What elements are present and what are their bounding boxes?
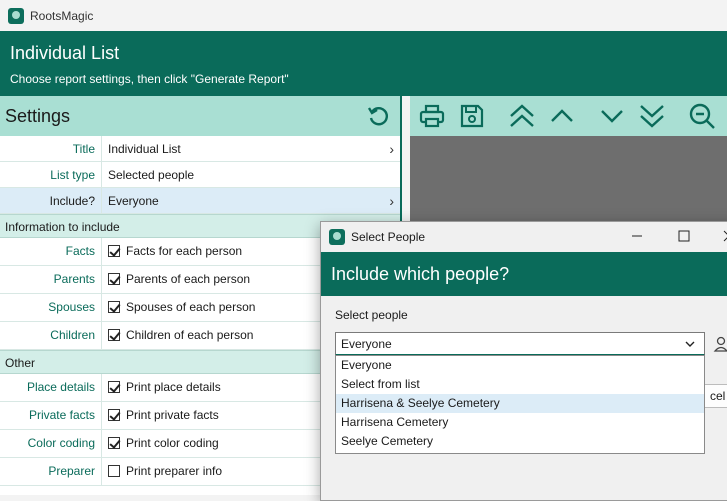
children-checkbox[interactable] bbox=[108, 328, 120, 341]
printer-icon[interactable] bbox=[418, 102, 446, 130]
select-people-label: Select people bbox=[335, 308, 408, 322]
settings-row-title[interactable]: Title Individual List › bbox=[0, 136, 400, 162]
save-icon[interactable] bbox=[458, 102, 486, 130]
dialog-header: Include which people? bbox=[321, 252, 727, 296]
chevron-right-icon[interactable]: › bbox=[389, 188, 394, 214]
maximize-icon[interactable] bbox=[676, 228, 692, 244]
undo-icon[interactable] bbox=[366, 104, 390, 128]
row-label: Color coding bbox=[0, 430, 102, 457]
checkbox-label: Print preparer info bbox=[126, 464, 223, 478]
settings-header: Settings bbox=[0, 96, 400, 136]
close-icon[interactable] bbox=[721, 228, 727, 244]
dialog-title: Select People bbox=[351, 230, 426, 244]
checkbox-label: Facts for each person bbox=[126, 244, 243, 258]
row-label: Spouses bbox=[0, 294, 102, 321]
color-coding-checkbox[interactable] bbox=[108, 436, 120, 449]
dialog-titlebar: Select People bbox=[321, 222, 727, 252]
report-subtitle: Choose report settings, then click "Gene… bbox=[10, 72, 289, 86]
report-title: Individual List bbox=[10, 43, 120, 63]
dropdown-option-harrisena-cemetery[interactable]: Harrisena Cemetery bbox=[336, 413, 704, 432]
checkbox-label: Spouses of each person bbox=[126, 300, 256, 314]
row-label: Title bbox=[0, 136, 102, 161]
row-label: Children bbox=[0, 322, 102, 349]
report-header: Individual List Choose report settings, … bbox=[0, 31, 727, 96]
dropdown-option-seelye-cemetery[interactable]: Seelye Cemetery bbox=[336, 432, 704, 451]
app-name: RootsMagic bbox=[30, 8, 94, 23]
private-facts-checkbox[interactable] bbox=[108, 408, 120, 421]
row-label: Preparer bbox=[0, 458, 102, 485]
settings-row-list-type[interactable]: List type Selected people bbox=[0, 162, 400, 188]
preview-toolbar bbox=[410, 96, 727, 136]
checkbox-label: Print private facts bbox=[126, 408, 219, 422]
rootsmagic-logo-icon bbox=[329, 229, 345, 245]
row-label: List type bbox=[0, 162, 102, 187]
settings-row-include[interactable]: Include? Everyone › bbox=[0, 188, 400, 214]
row-label: Parents bbox=[0, 266, 102, 293]
row-value: Selected people bbox=[108, 168, 195, 182]
combobox-value: Everyone bbox=[341, 337, 392, 351]
dropdown-option-select-from-list[interactable]: Select from list bbox=[336, 375, 704, 394]
spouses-checkbox[interactable] bbox=[108, 300, 120, 313]
zoom-out-icon[interactable] bbox=[688, 102, 716, 130]
select-people-combobox[interactable]: Everyone bbox=[335, 332, 705, 356]
settings-title: Settings bbox=[5, 105, 71, 126]
row-label: Include? bbox=[0, 188, 102, 213]
dropdown-option-everyone[interactable]: Everyone bbox=[336, 356, 704, 375]
dropdown-option-harrisena-seelye-cemetery[interactable]: Harrisena & Seelye Cemetery bbox=[336, 394, 704, 413]
checkbox-label: Print place details bbox=[126, 380, 221, 394]
chevron-down-icon[interactable] bbox=[598, 102, 626, 130]
row-value: Individual List › bbox=[102, 136, 400, 161]
checkbox-label: Print color coding bbox=[126, 436, 219, 450]
double-chevron-up-icon[interactable] bbox=[508, 102, 536, 130]
preparer-checkbox[interactable] bbox=[108, 464, 120, 477]
select-people-dropdown-list: Everyone Select from list Harrisena & Se… bbox=[335, 355, 705, 454]
chevron-right-icon[interactable]: › bbox=[389, 136, 394, 162]
row-label: Private facts bbox=[0, 402, 102, 429]
checkbox-label: Parents of each person bbox=[126, 272, 251, 286]
double-chevron-down-icon[interactable] bbox=[638, 102, 666, 130]
facts-checkbox[interactable] bbox=[108, 244, 120, 257]
checkbox-label: Children of each person bbox=[126, 328, 254, 342]
chevron-up-icon[interactable] bbox=[548, 102, 576, 130]
place-details-checkbox[interactable] bbox=[108, 380, 120, 393]
rootsmagic-logo-icon bbox=[8, 7, 24, 24]
minimize-icon[interactable] bbox=[629, 228, 645, 244]
row-value: Everyone › bbox=[102, 188, 400, 213]
parents-checkbox[interactable] bbox=[108, 272, 120, 285]
row-label: Facts bbox=[0, 238, 102, 265]
row-label: Place details bbox=[0, 374, 102, 401]
person-icon[interactable] bbox=[712, 335, 727, 353]
app-titlebar: RootsMagic bbox=[0, 0, 727, 31]
